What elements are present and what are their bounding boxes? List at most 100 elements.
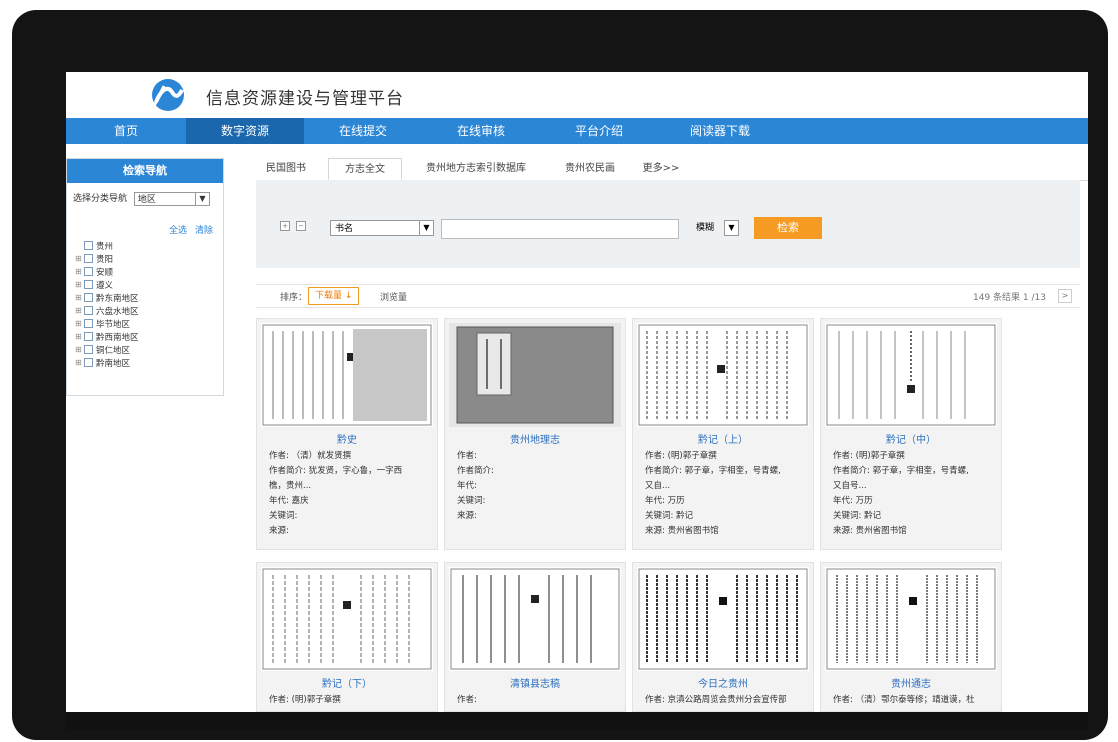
result-card[interactable]: 今日之贵州 作者: 京滇公路周览会贵州分会宣传部 — [632, 562, 814, 712]
category-select[interactable]: 地区 ▼ — [133, 191, 210, 206]
card-metadata: 作者: 京滇公路周览会贵州分会宣传部 — [645, 695, 787, 705]
category-select-label: 选择分类导航 — [73, 194, 128, 204]
tree-item-qiannan[interactable]: ⊞ 黔南地区 — [75, 356, 139, 369]
result-card[interactable]: 贵州地理志 作者: 作者简介: 年代: 关键词: 来源: — [444, 318, 626, 550]
card-title[interactable]: 黔史 — [257, 431, 437, 446]
sort-label: 排序： — [280, 293, 308, 303]
expand-plus-icon[interactable]: ⊞ — [75, 280, 84, 289]
book-page-thumbnail[interactable] — [825, 323, 997, 427]
arrow-down-icon: ↓ — [344, 291, 353, 301]
card-metadata: 作者: 作者简介: 年代: 关键词: 来源: — [457, 451, 494, 521]
result-card[interactable]: 清镇县志稿 作者: — [444, 562, 626, 712]
checkbox[interactable] — [84, 332, 93, 341]
sidebar-title: 检索导航 — [67, 159, 223, 183]
checkbox[interactable] — [84, 241, 93, 250]
browser-screen: 信息资源建设与管理平台 首页 数字资源 在线提交 在线审核 平台介绍 阅读器下载… — [66, 72, 1088, 712]
site-title: 信息资源建设与管理平台 — [206, 89, 404, 109]
expand-plus-icon[interactable]: ⊞ — [75, 358, 84, 367]
tree-item-anshun[interactable]: ⊞ 安顺 — [75, 265, 139, 278]
tab-peasant-painting[interactable]: 贵州农民画 — [554, 158, 626, 180]
tab-more[interactable]: 更多>> — [636, 158, 686, 180]
sort-by-views[interactable]: 浏览量 — [380, 290, 407, 303]
book-page-thumbnail[interactable] — [261, 323, 433, 427]
sort-by-downloads[interactable]: 下载量 ↓ — [308, 287, 360, 305]
main-nav: 首页 数字资源 在线提交 在线审核 平台介绍 阅读器下载 — [66, 118, 1088, 144]
expand-plus-icon[interactable]: ⊞ — [75, 254, 84, 263]
card-metadata: 作者: (明)郭子章撰 作者简介: 郭子章，字相奎，号青螺, 又自... 年代:… — [645, 451, 781, 536]
keyword-input[interactable] — [441, 219, 679, 239]
checkbox[interactable] — [84, 293, 93, 302]
card-title[interactable]: 今日之贵州 — [633, 675, 813, 690]
select-all-link[interactable]: 全选 — [169, 223, 187, 236]
search-field-value: 书名 — [335, 224, 354, 234]
sort-bar: 排序： 下载量 ↓ 浏览量 149 条结果 1 /13 > — [256, 284, 1080, 308]
checkbox[interactable] — [84, 267, 93, 276]
resource-tabs: 民国图书 方志全文 贵州地方志索引数据库 贵州农民画 更多>> — [256, 158, 1088, 181]
checkbox[interactable] — [84, 254, 93, 263]
nav-online-review[interactable]: 在线审核 — [422, 118, 540, 144]
tree-item-guiyang[interactable]: ⊞ 贵阳 — [75, 252, 139, 265]
result-card[interactable]: 黔史 作者: （清）就发贤撰 作者简介: 犹发贤，字心鲁，一字西 樵，贵州...… — [256, 318, 438, 550]
expand-plus-icon[interactable]: ⊞ — [75, 345, 84, 354]
checkbox[interactable] — [84, 345, 93, 354]
logo-icon — [152, 79, 184, 111]
tab-gazetteer-fulltext[interactable]: 方志全文 — [328, 158, 402, 180]
nav-home[interactable]: 首页 — [66, 118, 186, 144]
chevron-down-icon: ▼ — [419, 221, 433, 235]
next-page-button[interactable]: > — [1058, 289, 1072, 303]
result-card[interactable]: 黔记（下） 作者: (明)郭子章撰 — [256, 562, 438, 712]
card-title[interactable]: 黔记（上） — [633, 431, 813, 446]
tree-item-liupanshui[interactable]: ⊞ 六盘水地区 — [75, 304, 139, 317]
book-page-thumbnail[interactable] — [825, 567, 997, 671]
expand-plus-icon[interactable]: ⊞ — [75, 293, 84, 302]
card-metadata: 作者: (明)郭子章撰 — [269, 695, 341, 705]
card-title[interactable]: 清镇县志稿 — [445, 675, 625, 690]
expand-plus-icon[interactable]: ⊞ — [75, 267, 84, 276]
site-header: 信息资源建设与管理平台 — [66, 72, 1088, 118]
book-page-thumbnail[interactable] — [449, 567, 621, 671]
tab-republic-books[interactable]: 民国图书 — [256, 158, 316, 180]
match-mode-value: 模糊 — [696, 223, 715, 233]
tree-item-qianxinan[interactable]: ⊞ 黔西南地区 — [75, 330, 139, 343]
category-select-row: 选择分类导航 地区 ▼ — [73, 191, 210, 206]
book-page-thumbnail[interactable] — [637, 567, 809, 671]
tree-item-guizhou[interactable]: 贵州 — [75, 239, 139, 252]
nav-digital-resources[interactable]: 数字资源 — [186, 118, 304, 144]
card-title[interactable]: 黔记（下） — [257, 675, 437, 690]
card-metadata: 作者: （清）鄂尔泰等修；靖道谟，杜 — [833, 695, 975, 705]
card-title[interactable]: 黔记（中） — [821, 431, 1001, 446]
add-condition-icon[interactable]: + — [280, 221, 290, 231]
expand-plus-icon[interactable]: ⊞ — [75, 332, 84, 341]
match-mode-select[interactable]: 模糊 ▼ — [696, 220, 748, 236]
book-page-thumbnail[interactable] — [637, 323, 809, 427]
card-metadata: 作者: — [457, 695, 477, 705]
tree-item-bijie[interactable]: ⊞ 毕节地区 — [75, 317, 139, 330]
book-page-thumbnail[interactable] — [261, 567, 433, 671]
card-metadata: 作者: (明)郭子章撰 作者简介: 郭子章，字相奎，号青螺, 又自号... 年代… — [833, 451, 969, 536]
expand-plus-icon[interactable]: ⊞ — [75, 306, 84, 315]
remove-condition-icon[interactable]: − — [296, 221, 306, 231]
result-card[interactable]: 黔记（中） 作者: (明)郭子章撰 作者简介: 郭子章，字相奎，号青螺, 又自号… — [820, 318, 1002, 550]
nav-online-submit[interactable]: 在线提交 — [304, 118, 422, 144]
result-card[interactable]: 黔记（上） 作者: (明)郭子章撰 作者简介: 郭子章，字相奎，号青螺, 又自.… — [632, 318, 814, 550]
search-button[interactable]: 检索 — [754, 217, 822, 239]
tree-item-zunyi[interactable]: ⊞ 遵义 — [75, 278, 139, 291]
tree-item-tongren[interactable]: ⊞ 铜仁地区 — [75, 343, 139, 356]
checkbox[interactable] — [84, 306, 93, 315]
checkbox[interactable] — [84, 319, 93, 328]
tablet-bottom-bezel — [66, 712, 1088, 730]
clear-link[interactable]: 清除 — [195, 223, 213, 236]
checkbox[interactable] — [84, 358, 93, 367]
nav-platform-intro[interactable]: 平台介绍 — [540, 118, 658, 144]
tab-gazetteer-index[interactable]: 贵州地方志索引数据库 — [408, 158, 544, 180]
card-title[interactable]: 贵州通志 — [821, 675, 1001, 690]
expand-plus-icon[interactable]: ⊞ — [75, 319, 84, 328]
search-navigation-sidebar: 检索导航 选择分类导航 地区 ▼ 全选 清除 贵州 ⊞ 贵阳 ⊞ 安顺 ⊞ 遵义 ⊞ 黔… — [66, 158, 224, 396]
book-cover-thumbnail[interactable] — [449, 323, 621, 427]
search-field-select[interactable]: 书名 ▼ — [330, 220, 434, 236]
checkbox[interactable] — [84, 280, 93, 289]
tree-item-qiandongnan[interactable]: ⊞ 黔东南地区 — [75, 291, 139, 304]
result-card[interactable]: 贵州通志 作者: （清）鄂尔泰等修；靖道谟，杜 — [820, 562, 1002, 712]
nav-reader-download[interactable]: 阅读器下载 — [658, 118, 782, 144]
card-title[interactable]: 贵州地理志 — [445, 431, 625, 446]
